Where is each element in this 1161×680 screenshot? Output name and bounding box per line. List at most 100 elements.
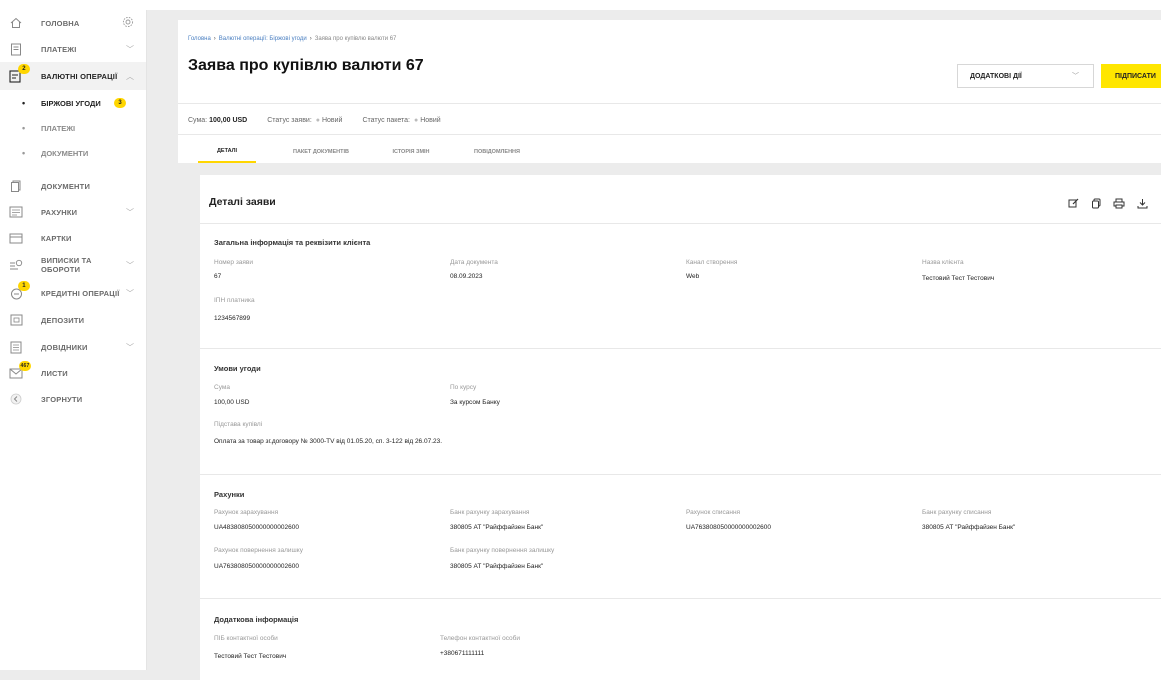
section-title-general: Загальна інформація та реквізити клієнта: [214, 238, 371, 247]
top-strip: [0, 0, 1161, 10]
gear-icon[interactable]: [122, 16, 134, 30]
payments-icon: [8, 41, 24, 57]
sidebar-item-directories[interactable]: ДОВІДНИКИ ﹀: [0, 334, 146, 360]
divider: [200, 598, 1161, 599]
sidebar-subitem-documents[interactable]: • ДОКУМЕНТИ: [0, 141, 146, 165]
page-header: Головна › Валютні операції: Біржові угоди ›…: [178, 20, 1161, 163]
field-value: 67: [214, 273, 222, 280]
sidebar-item-label: ДОКУМЕНТИ: [41, 181, 91, 191]
sidebar-collapse-button[interactable]: ЗГОРНУТИ: [0, 386, 146, 412]
sidebar-item-label: ЗГОРНУТИ: [41, 394, 83, 404]
collapse-icon: [8, 391, 24, 407]
sidebar-item-label: ПЛАТЕЖІ: [41, 123, 76, 133]
field-value: Тестовий Тест Тестович: [214, 653, 287, 660]
sidebar-item-currency-operations[interactable]: 2 ВАЛЮТНІ ОПЕРАЦІЇ ︿: [0, 62, 146, 90]
sidebar-item-credit-operations[interactable]: 1 КРЕДИТНІ ОПЕРАЦІЇ ﹀: [0, 280, 146, 306]
section-title-accounts: Рахунки: [214, 490, 245, 499]
card-title: Деталі заяви: [209, 196, 276, 208]
status-bar: Сума: 100,00 USD Статус заяви: ● Новий Стат…: [188, 117, 441, 124]
chevron-down-icon: ﹀: [126, 288, 135, 298]
bullet-icon: •: [22, 123, 26, 133]
field-label: Банк рахунку списання: [922, 509, 992, 516]
deposit-icon: [8, 312, 24, 328]
label-line-2: ОБОРОТИ: [41, 265, 81, 274]
copy-icon[interactable]: [1085, 192, 1107, 214]
sidebar-item-label: ДЕПОЗИТИ: [41, 315, 85, 325]
field-value: 08.09.2023: [450, 273, 483, 280]
field-value: UA763808050000000002600: [686, 524, 771, 531]
sidebar-item-deposits[interactable]: ДЕПОЗИТИ: [0, 307, 146, 333]
sidebar-item-cards[interactable]: КАРТКИ: [0, 225, 146, 251]
edit-icon[interactable]: [1062, 192, 1084, 214]
home-icon: [8, 15, 24, 31]
chevron-down-icon: ﹀: [126, 342, 135, 352]
field-value: За курсом Банку: [450, 399, 500, 406]
sidebar-item-label: РАХУНКИ: [41, 207, 78, 217]
sidebar-item-label: ПЛАТЕЖІ: [41, 44, 77, 54]
sidebar-item-letters[interactable]: 467 ЛИСТИ: [0, 360, 146, 386]
divider: [200, 223, 1161, 224]
bullet-icon: •: [22, 148, 26, 158]
divider: [200, 348, 1161, 349]
breadcrumb-home-link[interactable]: Головна: [188, 36, 211, 42]
badge: 1: [18, 281, 30, 291]
download-icon[interactable]: [1131, 192, 1153, 214]
sidebar-item-statements[interactable]: ВИПИСКИ ТА ОБОРОТИ ﹀: [0, 251, 146, 279]
field-label: ПІБ контактної особи: [214, 635, 278, 642]
field-value: UA763808050000000002600: [214, 563, 299, 570]
breadcrumb-section-link[interactable]: Валютні операції: Біржові угоди: [219, 36, 307, 42]
main-area: Головна › Валютні операції: Біржові угоди ›…: [146, 10, 1161, 680]
sign-button[interactable]: ПІДПИСАТИ: [1101, 64, 1161, 88]
field-label: Назва клієнта: [922, 259, 964, 266]
field-label: Рахунок списання: [686, 509, 741, 516]
breadcrumb-current: Заява про купівлю валюти 67: [314, 36, 397, 42]
card-icon: [8, 230, 24, 246]
field-label: Сума: [214, 384, 230, 391]
field-label: По курсу: [450, 384, 477, 391]
sidebar-subitem-payments[interactable]: • ПЛАТЕЖІ: [0, 116, 146, 140]
status-dot-icon: ●: [413, 117, 419, 124]
sidebar-subitem-exchange-deals[interactable]: • БІРЖОВІ УГОДИ 3: [0, 91, 146, 115]
status-dot-icon: ●: [315, 117, 320, 124]
tab-details[interactable]: ДЕТАЛІ: [198, 141, 256, 163]
field-value: 100,00 USD: [214, 399, 250, 406]
sidebar-item-label: ГОЛОВНА: [41, 18, 80, 28]
field-label: Номер заяви: [214, 259, 254, 266]
sum-label: Сума:: [188, 117, 208, 124]
field-label: Банк рахунку зарахування: [450, 509, 530, 516]
directory-icon: [8, 339, 24, 355]
chevron-down-icon: ﹀: [1072, 73, 1079, 80]
badge: 467: [19, 361, 31, 371]
package-status-value: Новий: [420, 117, 441, 124]
sidebar-item-label: КРЕДИТНІ ОПЕРАЦІЇ: [41, 288, 120, 298]
sidebar-item-accounts[interactable]: РАХУНКИ ﹀: [0, 199, 146, 225]
sidebar-item-label: БІРЖОВІ УГОДИ: [41, 98, 101, 108]
field-label: Банк рахунку повернення залишку: [450, 547, 555, 554]
chevron-up-icon: ︿: [126, 71, 135, 81]
section-title-extra: Додаткова інформація: [214, 615, 299, 624]
field-label: Канал створення: [686, 259, 738, 266]
field-label: Підстава купівлі: [214, 421, 263, 428]
divider: [178, 103, 1161, 104]
tab-history[interactable]: ІСТОРІЯ ЗМІН: [380, 141, 442, 163]
badge: 2: [18, 64, 30, 74]
more-actions-dropdown[interactable]: ДОДАТКОВІ ДІЇ ﹀: [957, 64, 1094, 88]
field-value: Тестовий Тест Тестович: [922, 275, 995, 282]
field-label: Рахунок повернення залишку: [214, 547, 303, 554]
print-icon[interactable]: [1108, 192, 1130, 214]
sidebar-item-home[interactable]: ГОЛОВНА: [0, 10, 146, 36]
tab-messages[interactable]: ПОВІДОМЛЕННЯ: [458, 141, 536, 163]
sidebar-item-payments[interactable]: ПЛАТЕЖІ ﹀: [0, 36, 146, 62]
field-value: 1234567899: [214, 315, 251, 322]
request-status-label: Статус заяви:: [267, 117, 312, 124]
tab-documents-package[interactable]: ПАКЕТ ДОКУМЕНТІВ: [276, 141, 366, 163]
page-title: Заява про купівлю валюти 67: [188, 57, 424, 74]
breadcrumb-separator: ›: [309, 36, 312, 42]
breadcrumb-separator: ›: [213, 36, 216, 42]
field-value: Оплата за товар зг.договору № 3000-TV ві…: [214, 438, 443, 445]
field-label: Рахунок зарахування: [214, 509, 279, 516]
sidebar-item-documents[interactable]: ДОКУМЕНТИ: [0, 173, 146, 199]
field-label: Дата документа: [450, 259, 498, 266]
field-value: 380805 АТ "Райффайзен Банк": [450, 563, 544, 570]
sum-value: 100,00 USD: [209, 117, 248, 124]
